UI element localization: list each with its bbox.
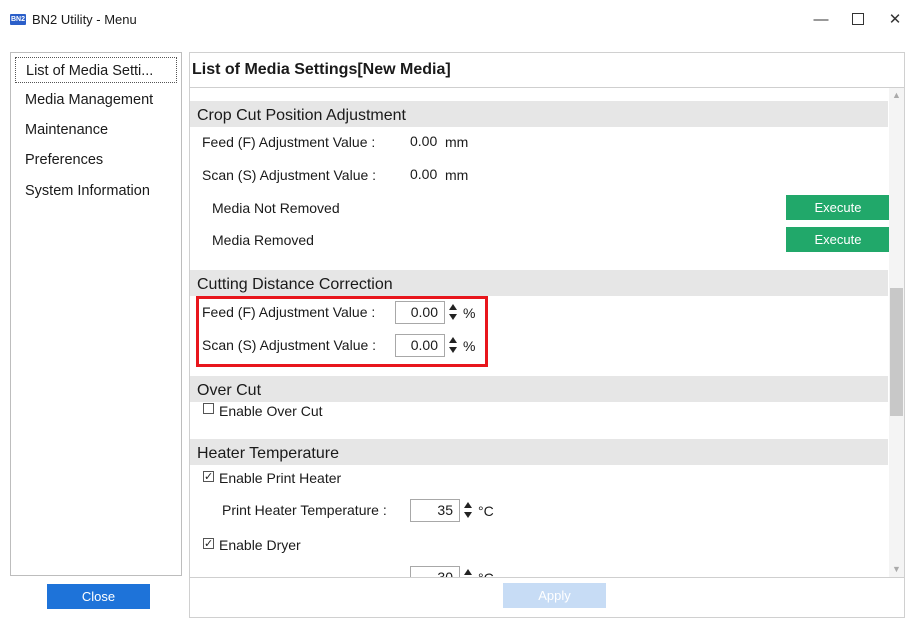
vertical-scrollbar[interactable]: ▲ ▼ <box>889 88 904 577</box>
print-heater-temp-input[interactable]: 35 <box>410 499 460 522</box>
media-not-removed-label: Media Not Removed <box>212 200 340 216</box>
spin-up-icon[interactable] <box>464 502 472 508</box>
dryer-temp-unit: °C <box>478 570 494 578</box>
sidebar-nav: List of Media Setti... Media Management … <box>10 52 182 576</box>
enable-dryer-checkbox[interactable]: ✓ <box>203 538 214 550</box>
crop-scan-value: 0.00 <box>410 166 438 182</box>
sidebar-item-maintenance[interactable]: Maintenance <box>15 117 177 143</box>
spin-down-icon[interactable] <box>464 512 472 518</box>
print-heater-temp-unit: °C <box>478 503 494 519</box>
highlight-box <box>196 296 488 367</box>
window-title: BN2 Utility - Menu <box>32 12 137 27</box>
sidebar-item-system-information[interactable]: System Information <box>15 178 177 204</box>
title-bar: BN2 BN2 Utility - Menu — ✕ <box>0 0 916 40</box>
close-button[interactable]: Close <box>47 584 150 609</box>
dryer-temp-input[interactable]: 30 <box>410 566 460 578</box>
section-crop-cut-heading: Crop Cut Position Adjustment <box>190 101 888 127</box>
media-removed-label: Media Removed <box>212 232 314 248</box>
section-heater-heading: Heater Temperature <box>190 439 888 465</box>
enable-dryer-label: Enable Dryer <box>219 537 301 553</box>
enable-print-heater-checkbox[interactable]: ✓ <box>203 471 214 483</box>
execute-media-not-removed-button[interactable]: Execute <box>786 195 890 220</box>
section-cutting-distance-heading: Cutting Distance Correction <box>190 270 888 296</box>
enable-over-cut-label: Enable Over Cut <box>219 403 323 419</box>
scroll-thumb[interactable] <box>890 288 903 416</box>
crop-scan-unit: mm <box>445 167 469 183</box>
scroll-down-icon[interactable]: ▼ <box>889 562 904 577</box>
main-header: List of Media Settings[New Media] <box>190 53 904 88</box>
crop-scan-label: Scan (S) Adjustment Value : <box>202 167 377 183</box>
section-over-cut-heading: Over Cut <box>190 376 888 402</box>
print-heater-temp-value: 35 <box>437 502 453 518</box>
print-heater-spinner[interactable] <box>462 501 474 521</box>
sidebar-item-preferences[interactable]: Preferences <box>15 147 177 173</box>
enable-over-cut-checkbox[interactable] <box>203 403 214 414</box>
minimize-button[interactable]: — <box>806 8 836 32</box>
sidebar-item-media-management[interactable]: Media Management <box>15 87 177 113</box>
scroll-up-icon[interactable]: ▲ <box>889 88 904 103</box>
print-heater-temp-label: Print Heater Temperature : <box>222 502 387 518</box>
settings-scroll-area[interactable]: Crop Cut Position Adjustment Feed (F) Ad… <box>190 88 904 578</box>
close-window-button[interactable]: ✕ <box>880 8 910 32</box>
crop-feed-value: 0.00 <box>410 133 438 149</box>
dryer-temp-spinner[interactable] <box>462 568 474 577</box>
crop-feed-unit: mm <box>445 134 469 150</box>
enable-print-heater-label: Enable Print Heater <box>219 470 342 486</box>
main-panel: List of Media Settings[New Media] Crop C… <box>189 52 905 618</box>
sidebar-item-list-of-media-settings[interactable]: List of Media Setti... <box>15 57 177 83</box>
app-icon: BN2 <box>10 14 26 25</box>
crop-feed-label: Feed (F) Adjustment Value : <box>202 134 376 150</box>
maximize-icon <box>852 12 864 25</box>
maximize-button[interactable] <box>843 8 873 32</box>
dryer-temp-value: 30 <box>437 569 453 578</box>
page-title: List of Media Settings[New Media] <box>192 61 451 78</box>
spin-up-icon[interactable] <box>464 569 472 575</box>
apply-button[interactable]: Apply <box>503 583 606 608</box>
execute-media-removed-button[interactable]: Execute <box>786 227 890 252</box>
